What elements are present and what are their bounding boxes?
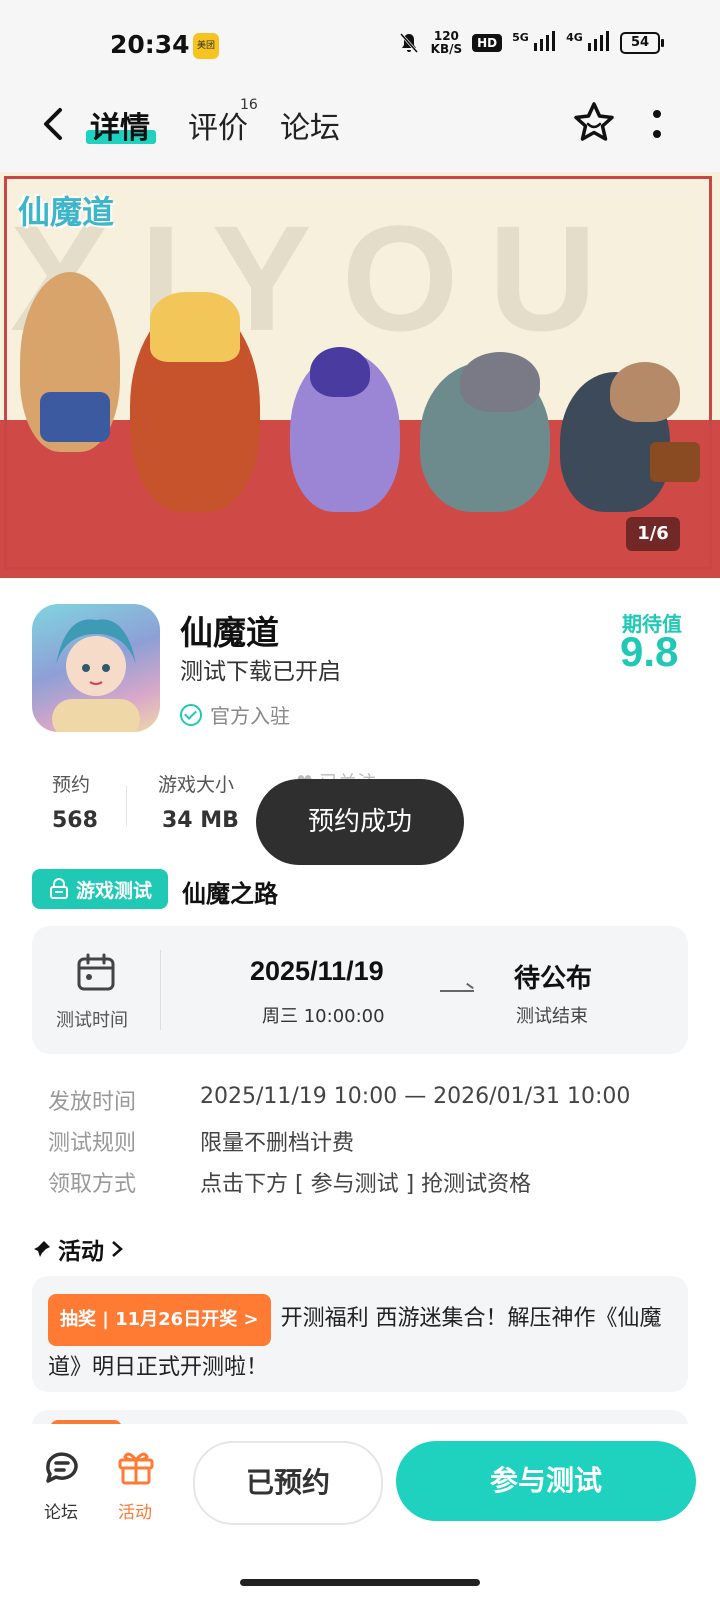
signal-5g: 5G [512, 31, 556, 55]
info-key-rules: 测试规则 [48, 1131, 137, 1156]
stat-divider [126, 786, 127, 826]
activity-tab-label[interactable]: 活动 [118, 1498, 152, 1523]
reserved-button[interactable]: 已预约 [193, 1441, 383, 1525]
reservations-label: 预约 [52, 774, 91, 796]
pin-icon [34, 1241, 50, 1257]
signal-4g-label: 4G [566, 31, 583, 44]
gift-icon[interactable] [116, 1446, 156, 1486]
net-speed: 120 KB/S [431, 30, 462, 56]
hd-badge: HD [472, 34, 503, 52]
test-start-date: 2025/11/19 [250, 956, 384, 986]
signal-4g: 4G [566, 31, 610, 55]
signal-5g-label: 5G [512, 31, 529, 44]
game-test-tag: 游戏测试 [32, 869, 168, 909]
game-size-label: 游戏大小 [158, 774, 235, 796]
signal-bars-icon [588, 31, 609, 51]
card-divider [160, 950, 161, 1030]
test-name: 仙魔之路 [182, 880, 278, 908]
lottery-badge[interactable]: 抽奖 | 11月26日开奖 > [48, 1294, 271, 1346]
test-time-label: 测试时间 [56, 1010, 128, 1031]
tab-reviews[interactable]: 评价 [188, 103, 248, 147]
forum-label[interactable]: 论坛 [44, 1498, 78, 1523]
mute-bell-icon [399, 33, 418, 53]
info-value-release: 2025/11/19 10:00 — 2026/01/31 10:00 [200, 1084, 631, 1109]
info-value-rules: 限量不删档计费 [200, 1131, 355, 1156]
test-tag-icon [49, 878, 68, 899]
activity-title: 活动 [58, 1239, 104, 1265]
activity-content[interactable]: 抽奖 | 11月26日开奖 > 开测福利 西游迷集合！解压神作《仙魔道》明日正式开… [48, 1294, 672, 1390]
activity-section-header[interactable]: 活动 [32, 1232, 124, 1266]
info-value-method: 点击下方 [ 参与测试 ] 抢测试资格 [200, 1172, 532, 1197]
tab-details[interactable]: 详情 [90, 103, 150, 147]
game-banner-carousel[interactable]: XIYOU 仙魔道 1/6 [0, 172, 720, 578]
test-tag-label: 游戏测试 [75, 879, 152, 902]
signal-bars-icon [534, 31, 556, 51]
chevron-right-icon [112, 1241, 123, 1257]
verified-check-icon [180, 703, 202, 726]
official-badge: 官方入驻 [180, 700, 290, 729]
reservations-value: 568 [52, 808, 98, 833]
expectation-score: 9.8 [620, 628, 679, 675]
status-icons: 120 KB/S HD 5G 4G 54 [397, 30, 664, 56]
app-name: 仙魔道 [180, 613, 279, 652]
arrow-right-icon [440, 990, 474, 992]
back-arrow-icon[interactable] [36, 104, 76, 144]
review-count: 16 [240, 97, 258, 113]
app-icon [32, 604, 160, 732]
app-subtitle: 测试下载已开启 [180, 659, 341, 685]
net-speed-unit: KB/S [430, 42, 463, 56]
forum-chat-icon[interactable] [42, 1446, 82, 1486]
app-icon-art [52, 619, 140, 732]
test-end-date: 待公布 [514, 964, 593, 994]
game-size-value: 34 MB [162, 808, 239, 833]
favorite-star-icon[interactable] [572, 100, 616, 144]
info-key-method: 领取方式 [48, 1172, 137, 1197]
meituan-notification-icon: 美团 [193, 33, 219, 59]
info-key-release: 发放时间 [48, 1090, 137, 1115]
home-indicator[interactable] [240, 1579, 480, 1586]
status-time: 20:34 [110, 30, 190, 59]
tab-forum[interactable]: 论坛 [280, 103, 340, 147]
test-start-time: 周三 10:00:00 [262, 1006, 385, 1027]
banner-frame [4, 176, 712, 570]
test-end-label: 测试结束 [516, 1006, 588, 1027]
battery-icon: 54 [620, 32, 664, 54]
carousel-counter: 1/6 [626, 517, 680, 551]
join-test-button[interactable]: 参与测试 [396, 1441, 696, 1521]
calendar-icon [77, 953, 115, 991]
toast-message: 预约成功 [256, 779, 464, 865]
more-options-icon[interactable] [652, 108, 662, 140]
official-label: 官方入驻 [210, 704, 290, 728]
